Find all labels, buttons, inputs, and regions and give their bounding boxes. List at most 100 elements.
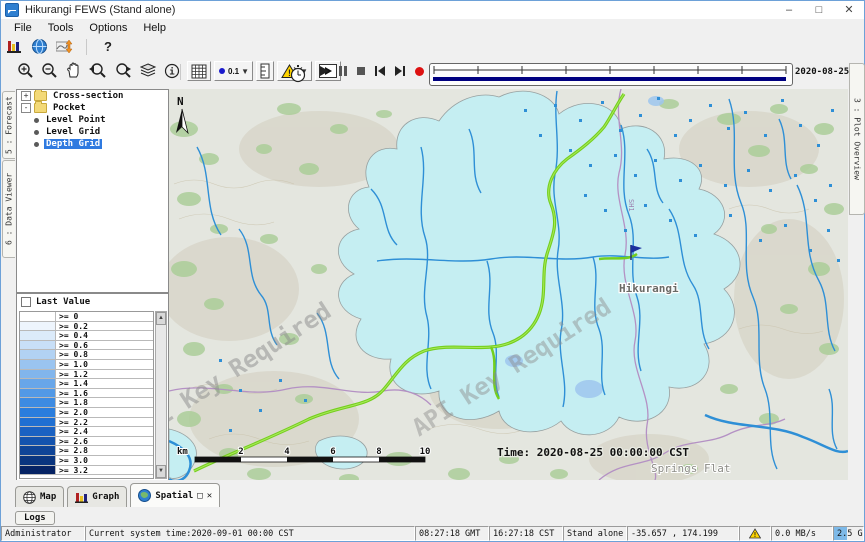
tree-item-pocket[interactable]: -Pocket bbox=[17, 102, 168, 114]
town-label: Hikurangi bbox=[619, 282, 679, 295]
scroll-up-icon[interactable]: ▲ bbox=[156, 312, 166, 325]
app-window: Hikurangi FEWS (Stand alone) – □ ✕ File … bbox=[0, 0, 865, 542]
layers-icon[interactable] bbox=[140, 63, 157, 78]
tab-forecast[interactable]: 5 : Forecast bbox=[2, 91, 16, 159]
record-button[interactable] bbox=[414, 66, 425, 77]
legend-scrollbar[interactable]: ▲ ▼ bbox=[155, 311, 167, 479]
tree-expander-icon[interactable]: + bbox=[21, 91, 31, 101]
zoom-in-icon[interactable] bbox=[17, 62, 34, 79]
legend-swatch bbox=[20, 341, 56, 350]
tab-close-icon[interactable]: ✕ bbox=[207, 491, 212, 501]
tab-maximize-icon[interactable]: □ bbox=[197, 491, 202, 501]
legend-label: >= 1.8 bbox=[56, 398, 153, 407]
zoom-out-icon[interactable] bbox=[41, 62, 58, 79]
menu-file[interactable]: File bbox=[7, 21, 39, 35]
legend-label: >= 2.4 bbox=[56, 427, 153, 436]
play-button[interactable] bbox=[319, 65, 330, 77]
tab-spatial[interactable]: Spatial □ ✕ bbox=[130, 483, 220, 507]
info-icon[interactable]: i bbox=[164, 63, 180, 79]
legend-swatch bbox=[20, 408, 56, 417]
legend-swatch bbox=[20, 360, 56, 369]
close-button[interactable]: ✕ bbox=[834, 2, 864, 19]
menu-tools[interactable]: Tools bbox=[41, 21, 81, 35]
window-title: Hikurangi FEWS (Stand alone) bbox=[25, 4, 175, 16]
folder-icon bbox=[34, 91, 47, 101]
timeline-span-bar bbox=[433, 77, 786, 81]
map-canvas[interactable]: SH1 bbox=[169, 89, 848, 480]
legend-swatch bbox=[20, 446, 56, 455]
legend-row: >= 3.2 bbox=[20, 466, 153, 476]
logs-button[interactable]: Logs bbox=[15, 511, 55, 525]
step-last-button[interactable] bbox=[394, 65, 406, 77]
status-mode: Stand alone bbox=[563, 526, 627, 541]
help-button[interactable]: ? bbox=[100, 39, 116, 54]
legend-label: >= 1.0 bbox=[56, 360, 153, 369]
tab-graph[interactable]: Graph bbox=[67, 486, 127, 507]
tree-item-level-grid[interactable]: Level Grid bbox=[17, 126, 168, 138]
legend-row: >= 2.4 bbox=[20, 427, 153, 437]
menu-options[interactable]: Options bbox=[82, 21, 134, 35]
legend-label: >= 3.2 bbox=[56, 466, 153, 475]
tab-data-viewer[interactable]: 6 : Data Viewer bbox=[2, 160, 16, 258]
status-coordinates: -35.657 , 174.199 bbox=[627, 526, 739, 541]
step-first-button[interactable] bbox=[374, 65, 386, 77]
animation-timer-icon[interactable] bbox=[289, 64, 307, 83]
profile-display-icon[interactable] bbox=[56, 39, 73, 54]
globe-icon bbox=[138, 489, 151, 502]
minimize-button[interactable]: – bbox=[774, 2, 804, 19]
stop-button[interactable] bbox=[356, 65, 366, 77]
legend-label: >= 1.4 bbox=[56, 379, 153, 388]
tab-map[interactable]: Map bbox=[15, 486, 64, 507]
grid-display-button[interactable] bbox=[187, 61, 211, 81]
legend-row: >= 1.4 bbox=[20, 379, 153, 389]
legend-swatch bbox=[20, 437, 56, 446]
legend-row: >= 3.0 bbox=[20, 456, 153, 466]
zoom-next-icon[interactable] bbox=[114, 62, 133, 79]
status-transfer-rate: 0.0 MB/s bbox=[771, 526, 833, 541]
legend-panel: Last Value >= 0>= 0.2>= 0.4>= 0.6>= 0.8>… bbox=[16, 293, 169, 481]
folder-icon bbox=[34, 103, 47, 113]
title-bar: Hikurangi FEWS (Stand alone) – □ ✕ bbox=[1, 1, 864, 20]
legend-label: >= 2.6 bbox=[56, 437, 153, 446]
legend-label: >= 0.4 bbox=[56, 331, 153, 340]
legend-label: >= 2.0 bbox=[56, 408, 153, 417]
map-time-label: Time: 2020-08-25 00:00:00 CST bbox=[497, 446, 689, 459]
status-local-time: 16:27:18 CST bbox=[489, 526, 563, 541]
tab-plot-overview[interactable]: 3 : Plot Overview bbox=[849, 63, 865, 215]
scroll-down-icon[interactable]: ▼ bbox=[156, 465, 166, 478]
tree-item-level-point[interactable]: Level Point bbox=[17, 114, 168, 126]
tree-expander-icon[interactable]: - bbox=[21, 103, 31, 113]
maximize-button[interactable]: □ bbox=[804, 2, 834, 19]
legend-label: >= 2.2 bbox=[56, 418, 153, 427]
pause-button[interactable] bbox=[338, 65, 348, 77]
scale-ruler-button[interactable] bbox=[256, 61, 274, 81]
memory-label: 2.5 GB bbox=[837, 529, 864, 539]
tree-item-label: Depth Grid bbox=[44, 139, 102, 149]
status-bar: Administrator Current system time:2020-0… bbox=[1, 526, 864, 541]
legend-table: >= 0>= 0.2>= 0.4>= 0.6>= 0.8>= 1.0>= 1.2… bbox=[19, 311, 154, 479]
pan-hand-icon[interactable] bbox=[65, 62, 81, 79]
legend-label: >= 2.8 bbox=[56, 446, 153, 455]
area-label: Springs Flat bbox=[651, 462, 730, 475]
menu-help[interactable]: Help bbox=[136, 21, 173, 35]
tree-item-depth-grid[interactable]: Depth Grid bbox=[17, 138, 168, 150]
timeline-slider[interactable] bbox=[429, 63, 793, 86]
svg-text:6: 6 bbox=[330, 447, 335, 457]
logs-display-icon[interactable] bbox=[7, 39, 23, 54]
svg-text:N: N bbox=[177, 95, 184, 108]
bar-chart-icon bbox=[75, 491, 88, 503]
map-display-icon[interactable] bbox=[32, 39, 47, 54]
legend-label: >= 0.6 bbox=[56, 341, 153, 350]
class-break-dropdown[interactable]: 0.1▼ bbox=[214, 61, 253, 81]
legend-label: >= 0 bbox=[56, 312, 153, 321]
last-value-checkbox[interactable] bbox=[21, 297, 31, 307]
status-warning-cell[interactable]: ! bbox=[739, 526, 771, 541]
legend-swatch bbox=[20, 312, 56, 321]
svg-text:!: ! bbox=[753, 531, 757, 539]
legend-swatch bbox=[20, 331, 56, 340]
toolbar-separator bbox=[180, 64, 181, 80]
explorer-tree: +Cross-section-PocketLevel PointLevel Gr… bbox=[16, 89, 169, 293]
status-system-time: Current system time:2020-09-01 00:00 CST bbox=[85, 526, 415, 541]
legend-label: >= 0.2 bbox=[56, 322, 153, 331]
zoom-previous-icon[interactable] bbox=[88, 62, 107, 79]
